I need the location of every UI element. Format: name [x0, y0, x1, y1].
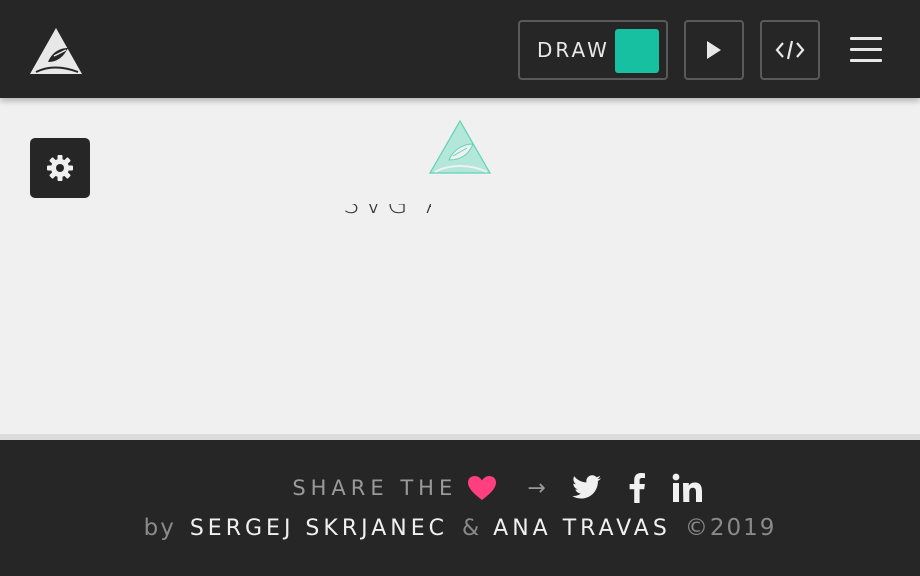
share-text: SHARE THE	[292, 476, 458, 500]
author-link-1[interactable]: SERGEJ SKRJANEC	[190, 516, 448, 541]
svg-art-logo-icon	[428, 119, 492, 174]
credit-row: by SERGEJ SKRJANEC & ANA TRAVAS ©2019	[0, 510, 920, 546]
linkedin-icon[interactable]	[672, 473, 704, 503]
top-bar: DRAW	[0, 0, 920, 98]
footer: SHARE THE → by SERGEJ SKRJANEC & ANA TRA…	[0, 440, 920, 576]
code-button[interactable]	[760, 20, 820, 80]
arrow-right: →	[527, 475, 546, 501]
share-row: SHARE THE →	[0, 468, 920, 508]
author-link-2[interactable]: ANA TRAVAS	[493, 516, 671, 541]
svg-art-title-reveal-mask	[343, 190, 503, 222]
play-icon	[707, 41, 721, 59]
draw-button-label: DRAW	[537, 38, 610, 62]
copyright-text: ©2019	[684, 515, 777, 541]
gear-icon	[47, 155, 73, 181]
mountain-logo-icon[interactable]	[28, 26, 84, 76]
draw-button[interactable]: DRAW	[518, 20, 668, 80]
twitter-icon[interactable]	[571, 475, 602, 501]
code-icon	[775, 40, 805, 60]
by-text: by	[143, 515, 176, 541]
hamburger-menu-icon[interactable]	[846, 34, 886, 66]
facebook-icon[interactable]	[628, 473, 646, 503]
play-button[interactable]	[684, 20, 744, 80]
heart-icon	[468, 476, 497, 500]
draw-color-swatch[interactable]	[615, 29, 659, 73]
svg-art-title: SVG ART	[343, 190, 503, 222]
ampersand: &	[461, 515, 480, 541]
settings-button[interactable]	[30, 138, 90, 198]
